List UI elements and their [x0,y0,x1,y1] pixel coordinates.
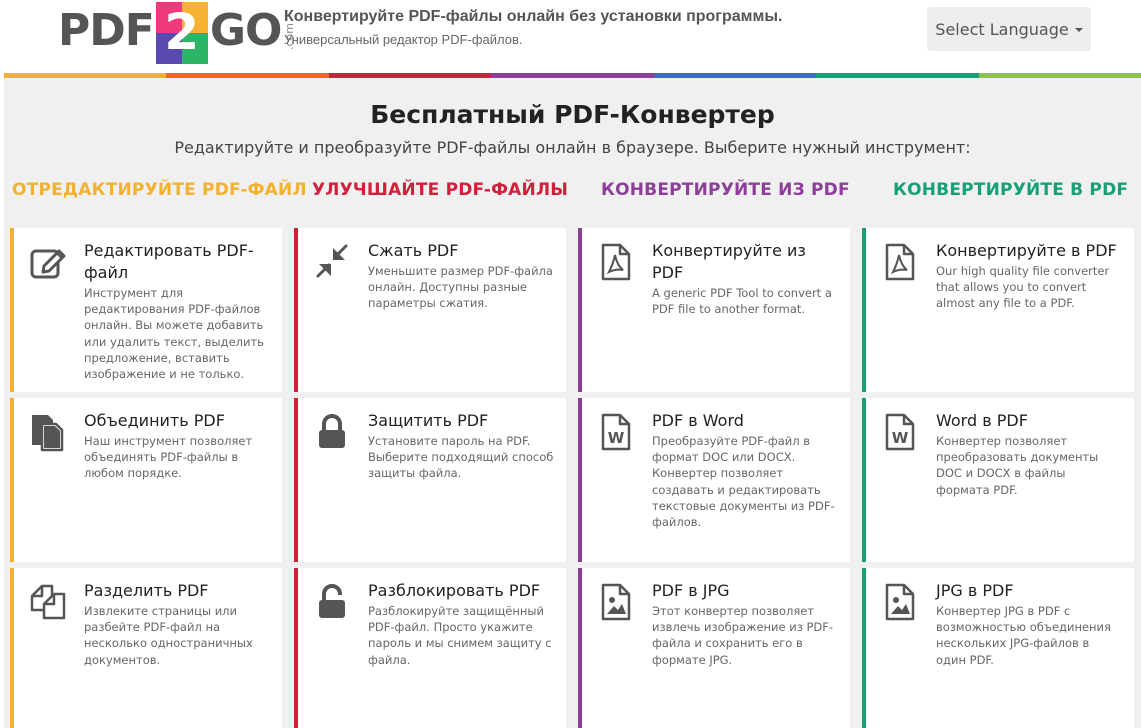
select-language-label: Select Language [935,19,1069,39]
tool-card-title: Разблокировать PDF [368,581,541,600]
tool-card-title: Редактировать PDF-файл [84,241,254,282]
logo-pdf-text: PDF [58,5,155,56]
main-content: Бесплатный PDF-Конвертер Редактируйте и … [4,78,1141,728]
compress-icon [312,240,356,284]
tool-card-description: Our high quality file converter that all… [936,264,1110,311]
tool-card[interactable]: Конвертируйте из PDF A generic PDF Tool t… [578,228,850,392]
tool-card-description: Наш инструмент позволяет объединять PDF-… [84,434,253,481]
tool-card[interactable]: W Word в PDF Конвертер позволяет преобразо… [862,398,1134,562]
tool-card[interactable]: Сжать PDF Уменьшите размер PDF-файла онла… [294,228,566,392]
column-heading-improve: Улучшайте PDF-файлы [312,180,569,200]
tool-card-description: Преобразуйте PDF-файл в формат DOC или D… [652,434,835,530]
logo-two-mark: 2 [155,2,208,64]
split-icon [28,580,72,624]
tool-card-description: Установите пароль на PDF. Выберите подхо… [368,434,554,481]
tool-card-description: Уменьшите размер PDF-файла онлайн. Досту… [368,264,553,311]
tool-card-title: PDF в JPG [652,581,730,600]
tool-card-title: Разделить PDF [84,581,209,600]
tool-card-description: Извлеките страницы или разбейте PDF-файл… [84,604,253,667]
tool-card-description: Инструмент для редактирования PDF-файлов… [84,286,264,382]
unlock-icon [312,580,356,624]
edit-icon [28,240,72,284]
tagline-sub: Универсальный редактор PDF-файлов. [284,32,523,47]
tool-card[interactable]: PDF в JPG Этот конвертер позволяет извлеч… [578,568,850,728]
select-language-button[interactable]: Select Language [927,7,1091,51]
tool-card-title: PDF в Word [652,411,744,430]
caret-down-icon [1074,28,1083,32]
tool-card-description: A generic PDF Tool to convert a PDF file… [652,286,832,317]
column-heading-convert-to: Конвертируйте в PDF [893,180,1129,200]
pdf-file-icon [880,240,924,284]
tool-card-description: Этот конвертер позволяет извлечь изображ… [652,604,834,667]
word-file-icon: W [880,410,924,454]
tool-card[interactable]: Конвертируйте в PDF Our high quality file… [862,228,1134,392]
tool-card-title: Защитить PDF [368,411,489,430]
pdf-file-icon [596,240,640,284]
tool-card-description: Разблокируйте защищённый PDF-файл. Прост… [368,604,552,667]
tool-card-title: JPG в PDF [936,581,1014,600]
tool-card-description: Конвертер JPG в PDF с возможностью объед… [936,604,1111,667]
merge-icon [28,410,72,454]
tool-card-title: Конвертируйте в PDF [936,241,1117,260]
site-header: PDF 2 GO .com Конвертируйте PDF-файлы он… [0,0,1141,73]
tool-card[interactable]: Редактировать PDF-файл Инструмент для ред… [10,228,282,392]
tool-card-title: Word в PDF [936,411,1028,430]
tool-card-title: Сжать PDF [368,241,459,260]
svg-text:W: W [892,429,909,447]
tool-card[interactable]: Разделить PDF Извлеките страницы или разб… [10,568,282,728]
logo-two-text: 2 [164,3,200,61]
tagline: Конвертируйте PDF-файлы онлайн без устан… [284,8,782,47]
lock-icon [312,410,356,454]
tool-card-title: Объединить PDF [84,411,225,430]
tool-card[interactable]: Разблокировать PDF Разблокируйте защищённ… [294,568,566,728]
image-file-icon [596,580,640,624]
tool-card[interactable]: Защитить PDF Установите пароль на PDF. Вы… [294,398,566,562]
page-subtitle: Редактируйте и преобразуйте PDF-файлы он… [174,138,971,157]
image-file-icon [880,580,924,624]
tool-card[interactable]: W PDF в Word Преобразуйте PDF-файл в форма… [578,398,850,562]
tagline-main: Конвертируйте PDF-файлы онлайн без устан… [284,8,783,25]
tool-card[interactable]: JPG в PDF Конвертер JPG в PDF с возможнос… [862,568,1134,728]
page-title: Бесплатный PDF-Конвертер [370,100,775,129]
column-heading-convert-from: Конвертируйте из PDF [601,180,850,200]
tool-card-title: Конвертируйте из PDF [652,241,806,282]
logo-go-text: GO [209,5,283,56]
pdf2go-logo[interactable]: PDF 2 GO .com [58,0,296,64]
word-file-icon: W [596,410,640,454]
tool-card-description: Конвертер позволяет преобразовать докуме… [936,434,1099,497]
column-heading-edit: Отредактируйте PDF-файл [12,180,307,200]
tool-card[interactable]: Объединить PDF Наш инструмент позволяет о… [10,398,282,562]
svg-text:W: W [608,429,625,447]
